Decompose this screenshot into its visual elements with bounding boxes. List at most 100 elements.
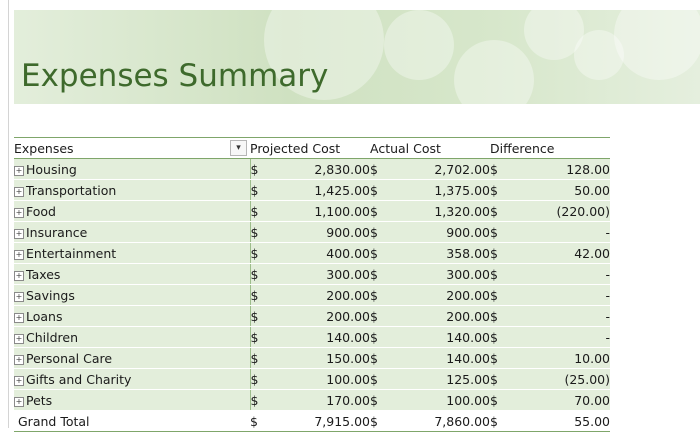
actual-cost-cell[interactable]: 100.00 <box>394 389 490 411</box>
currency-symbol: $ <box>250 200 274 222</box>
actual-cost-cell[interactable]: 140.00 <box>394 347 490 369</box>
grand-total-difference[interactable]: 55.00 <box>514 410 611 432</box>
table-row: + Gifts and Charity $100.00 $125.00 $ (25.00) <box>14 368 611 390</box>
expand-plus-icon[interactable]: + <box>14 312 24 323</box>
expand-plus-icon[interactable]: + <box>14 354 24 365</box>
currency-symbol: $ <box>370 221 394 243</box>
expense-category[interactable]: + Housing <box>14 158 251 180</box>
expense-category[interactable]: + Transportation <box>14 179 251 201</box>
currency-symbol: $ <box>370 368 394 390</box>
table-row: + Personal Care $150.00 $140.00 $10.00 <box>14 347 611 369</box>
difference-cell[interactable]: - <box>514 305 611 327</box>
actual-cost-cell[interactable]: 2,702.00 <box>394 158 490 180</box>
table-row: + Children $140.00 $140.00 $ - <box>14 326 611 348</box>
currency-symbol: $ <box>490 179 514 201</box>
expand-plus-icon[interactable]: + <box>14 291 24 302</box>
expand-plus-icon[interactable]: + <box>14 228 24 239</box>
difference-cell[interactable]: - <box>514 326 611 348</box>
expense-category[interactable]: + Taxes <box>14 263 251 285</box>
grand-total-label[interactable]: Grand Total <box>14 410 250 432</box>
header-expenses-label: Expenses <box>14 140 74 156</box>
expand-plus-icon[interactable]: + <box>14 186 24 197</box>
header-projected-cost[interactable]: Projected Cost <box>250 137 370 159</box>
expense-category[interactable]: + Gifts and Charity <box>14 368 251 390</box>
actual-cost-cell[interactable]: 358.00 <box>394 242 490 264</box>
currency-symbol: $ <box>250 242 274 264</box>
projected-cost-cell[interactable]: 1,100.00 <box>274 200 370 222</box>
table-row: + Housing $2,830.00 $2,702.00 $128.00 <box>14 158 611 180</box>
difference-cell[interactable]: - <box>514 284 611 306</box>
expense-category-label: Housing <box>26 161 77 177</box>
difference-cell[interactable]: 128.00 <box>514 158 611 180</box>
projected-cost-cell[interactable]: 170.00 <box>274 389 370 411</box>
projected-cost-cell[interactable]: 2,830.00 <box>274 158 370 180</box>
table-row: + Insurance $900.00 $900.00 $ - <box>14 221 611 243</box>
expense-category-label: Insurance <box>26 224 88 240</box>
currency-symbol: $ <box>490 221 514 243</box>
expense-category[interactable]: + Food <box>14 200 251 222</box>
currency-symbol: $ <box>370 284 394 306</box>
projected-cost-cell[interactable]: 200.00 <box>274 305 370 327</box>
currency-symbol: $ <box>490 263 514 285</box>
difference-cell[interactable]: - <box>514 221 611 243</box>
expense-category[interactable]: + Children <box>14 326 251 348</box>
projected-cost-cell[interactable]: 900.00 <box>274 221 370 243</box>
currency-symbol: $ <box>490 326 514 348</box>
currency-symbol: $ <box>250 347 274 369</box>
actual-cost-cell[interactable]: 1,320.00 <box>394 200 490 222</box>
expense-category-label: Gifts and Charity <box>26 371 132 387</box>
grand-total-actual[interactable]: 7,860.00 <box>394 410 490 432</box>
actual-cost-cell[interactable]: 140.00 <box>394 326 490 348</box>
difference-cell[interactable]: (220.00) <box>514 200 611 222</box>
expand-plus-icon[interactable]: + <box>14 396 24 407</box>
expense-category-label: Children <box>26 329 79 345</box>
expand-plus-icon[interactable]: + <box>14 375 24 386</box>
table-row: + Food $1,100.00 $1,320.00 $ (220.00) <box>14 200 611 222</box>
difference-cell[interactable]: 42.00 <box>514 242 611 264</box>
currency-symbol: $ <box>370 158 394 180</box>
currency-symbol: $ <box>370 200 394 222</box>
projected-cost-cell[interactable]: 100.00 <box>274 368 370 390</box>
expand-plus-icon[interactable]: + <box>14 270 24 281</box>
projected-cost-cell[interactable]: 1,425.00 <box>274 179 370 201</box>
currency-symbol: $ <box>250 368 274 390</box>
projected-cost-cell[interactable]: 150.00 <box>274 347 370 369</box>
actual-cost-cell[interactable]: 125.00 <box>394 368 490 390</box>
actual-cost-cell[interactable]: 200.00 <box>394 305 490 327</box>
difference-cell[interactable]: - <box>514 263 611 285</box>
expand-plus-icon[interactable]: + <box>14 333 24 344</box>
actual-cost-cell[interactable]: 200.00 <box>394 284 490 306</box>
currency-symbol: $ <box>370 389 394 411</box>
difference-cell[interactable]: 10.00 <box>514 347 611 369</box>
expense-category[interactable]: + Insurance <box>14 221 251 243</box>
projected-cost-cell[interactable]: 400.00 <box>274 242 370 264</box>
currency-symbol: $ <box>250 410 274 432</box>
page-title: Expenses Summary <box>21 58 329 94</box>
actual-cost-cell[interactable]: 1,375.00 <box>394 179 490 201</box>
projected-cost-cell[interactable]: 300.00 <box>274 263 370 285</box>
expand-plus-icon[interactable]: + <box>14 207 24 218</box>
grand-total-projected[interactable]: 7,915.00 <box>274 410 370 432</box>
difference-cell[interactable]: (25.00) <box>514 368 611 390</box>
filter-dropdown-icon[interactable]: ▾ <box>230 140 247 156</box>
header-difference[interactable]: Difference <box>490 137 611 159</box>
expand-plus-icon[interactable]: + <box>14 165 24 176</box>
expense-category[interactable]: + Loans <box>14 305 251 327</box>
expense-category[interactable]: + Entertainment <box>14 242 251 264</box>
expense-category[interactable]: + Personal Care <box>14 347 251 369</box>
projected-cost-cell[interactable]: 200.00 <box>274 284 370 306</box>
sheet-gridline <box>8 0 9 428</box>
difference-cell[interactable]: 50.00 <box>514 179 611 201</box>
header-expenses[interactable]: Expenses ▾ <box>14 137 250 159</box>
projected-cost-cell[interactable]: 140.00 <box>274 326 370 348</box>
actual-cost-cell[interactable]: 300.00 <box>394 263 490 285</box>
difference-cell[interactable]: 70.00 <box>514 389 611 411</box>
currency-symbol: $ <box>490 410 514 432</box>
header-actual-cost[interactable]: Actual Cost <box>370 137 490 159</box>
table-row: + Savings $200.00 $200.00 $ - <box>14 284 611 306</box>
table-row: + Loans $200.00 $200.00 $ - <box>14 305 611 327</box>
expense-category[interactable]: + Savings <box>14 284 251 306</box>
expand-plus-icon[interactable]: + <box>14 249 24 260</box>
expense-category[interactable]: + Pets <box>14 389 251 411</box>
actual-cost-cell[interactable]: 900.00 <box>394 221 490 243</box>
